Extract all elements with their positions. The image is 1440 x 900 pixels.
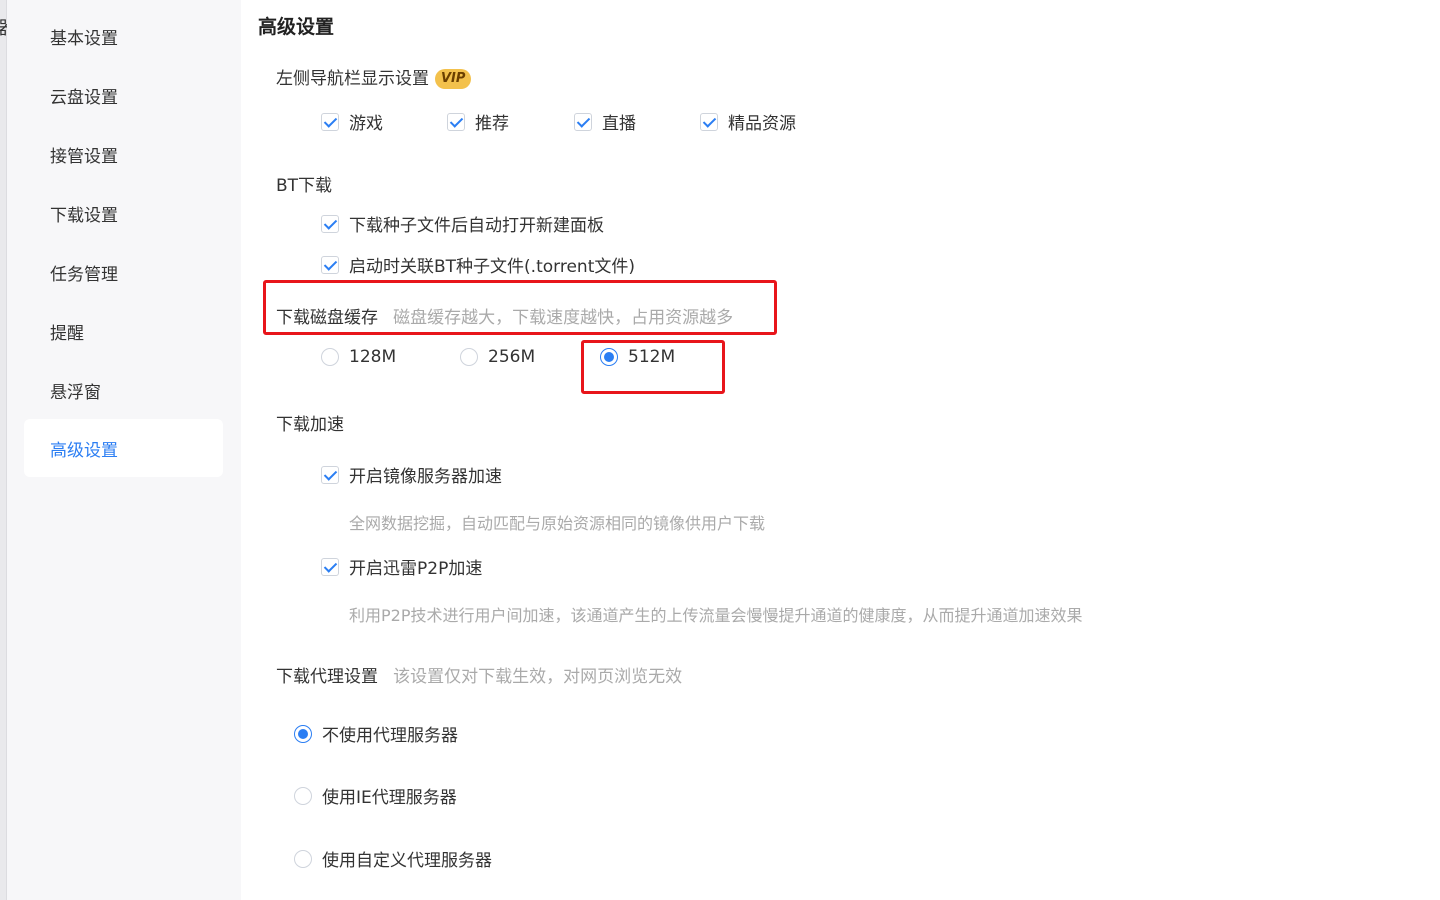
proxy-label: 下载代理设置 [276, 667, 378, 687]
checkbox-checked-icon[interactable] [700, 112, 718, 131]
proxy-hint: 该设置仅对下载生效，对网页浏览无效 [393, 667, 683, 687]
checkbox-live[interactable]: 直播 [574, 109, 636, 134]
p2p-acceleration-description: 利用P2P技术进行用户间加速，该通道产生的上传流量会慢慢提升通道的健康度，从而提… [349, 606, 1083, 625]
nav-display-section-label: 左侧导航栏显示设置 VIP [276, 64, 472, 89]
radio-label: 不使用代理服务器 [322, 726, 458, 746]
annotation-box-512m [581, 340, 725, 394]
settings-content: 高级设置 左侧导航栏显示设置 VIP 游戏 推荐 直播 精品资源 BT下载 下载种… [241, 0, 1440, 900]
checkbox-games[interactable]: 游戏 [321, 109, 383, 134]
checkbox-p2p-acceleration[interactable]: 开启迅雷P2P加速 [321, 554, 482, 579]
sidebar-item-label: 下载设置 [50, 205, 118, 226]
checkbox-associate-torrent[interactable]: 启动时关联BT种子文件(.torrent文件) [321, 252, 635, 277]
nav-display-label: 左侧导航栏显示设置 [276, 69, 429, 89]
sidebar-item-takeover[interactable]: 接管设置 [24, 125, 223, 183]
checkbox-checked-icon[interactable] [574, 112, 592, 131]
annotation-box-disk-cache [263, 280, 777, 335]
sidebar-item-download[interactable]: 下载设置 [24, 184, 223, 242]
checkbox-mirror-acceleration[interactable]: 开启镜像服务器加速 [321, 462, 502, 487]
radio-unselected-icon[interactable] [294, 786, 312, 805]
radio-cache-256m[interactable]: 256M [460, 347, 535, 367]
checkbox-label: 开启镜像服务器加速 [349, 467, 502, 487]
checkbox-checked-icon[interactable] [321, 557, 339, 576]
proxy-section-label: 下载代理设置 该设置仅对下载生效，对网页浏览无效 [276, 662, 682, 687]
sidebar-item-label: 基本设置 [50, 28, 118, 49]
radio-unselected-icon[interactable] [460, 348, 478, 366]
sidebar-item-label: 接管设置 [50, 146, 118, 167]
checkbox-checked-icon[interactable] [321, 465, 339, 484]
sidebar-item-cloud[interactable]: 云盘设置 [24, 66, 223, 124]
checkbox-checked-icon[interactable] [321, 255, 339, 274]
checkbox-checked-icon[interactable] [321, 112, 339, 131]
sidebar-item-label: 任务管理 [50, 264, 118, 285]
sidebar-item-label: 悬浮窗 [50, 382, 101, 403]
checkbox-label: 开启迅雷P2P加速 [349, 559, 483, 579]
checkbox-label: 推荐 [475, 114, 509, 134]
sidebar-item-label: 提醒 [50, 323, 84, 344]
radio-label: 256M [488, 347, 536, 367]
radio-no-proxy[interactable]: 不使用代理服务器 [294, 721, 458, 746]
sidebar-item-floating-window[interactable]: 悬浮窗 [24, 361, 223, 419]
sidebar-item-label: 云盘设置 [50, 87, 118, 108]
sidebar-item-advanced[interactable]: 高级设置 [24, 419, 223, 477]
checkbox-label: 启动时关联BT种子文件(.torrent文件) [349, 257, 635, 277]
window-edge-strip: 器 [0, 0, 16, 900]
bt-section-label: BT下载 [276, 176, 333, 196]
radio-label: 128M [349, 347, 397, 367]
radio-custom-proxy[interactable]: 使用自定义代理服务器 [294, 846, 492, 871]
checkbox-label: 精品资源 [728, 114, 796, 134]
checkbox-label: 下载种子文件后自动打开新建面板 [349, 216, 604, 236]
acceleration-section-label: 下载加速 [276, 415, 344, 435]
radio-unselected-icon[interactable] [294, 849, 312, 868]
sidebar-item-reminder[interactable]: 提醒 [24, 302, 223, 360]
radio-cache-128m[interactable]: 128M [321, 347, 396, 367]
checkbox-recommend[interactable]: 推荐 [447, 109, 509, 134]
vip-badge: VIP [435, 69, 472, 89]
page-title: 高级设置 [258, 16, 335, 38]
checkbox-premium-resources[interactable]: 精品资源 [700, 109, 796, 134]
radio-label: 使用自定义代理服务器 [322, 851, 492, 871]
sidebar-item-basic[interactable]: 基本设置 [24, 7, 223, 65]
radio-label: 使用IE代理服务器 [322, 788, 457, 808]
radio-selected-icon[interactable] [294, 724, 312, 743]
radio-unselected-icon[interactable] [321, 348, 339, 366]
checkbox-checked-icon[interactable] [321, 214, 339, 233]
mirror-acceleration-description: 全网数据挖掘，自动匹配与原始资源相同的镜像供用户下载 [349, 514, 766, 533]
checkbox-checked-icon[interactable] [447, 112, 465, 131]
settings-sidebar: 基本设置 云盘设置 接管设置 下载设置 任务管理 提醒 悬浮窗 高级设置 [7, 0, 241, 900]
sidebar-item-label: 高级设置 [50, 440, 118, 461]
sidebar-item-tasks[interactable]: 任务管理 [24, 243, 223, 301]
checkbox-label: 游戏 [349, 114, 383, 134]
radio-ie-proxy[interactable]: 使用IE代理服务器 [294, 783, 457, 808]
checkbox-auto-open-new-panel[interactable]: 下载种子文件后自动打开新建面板 [321, 211, 604, 236]
checkbox-label: 直播 [602, 114, 636, 134]
